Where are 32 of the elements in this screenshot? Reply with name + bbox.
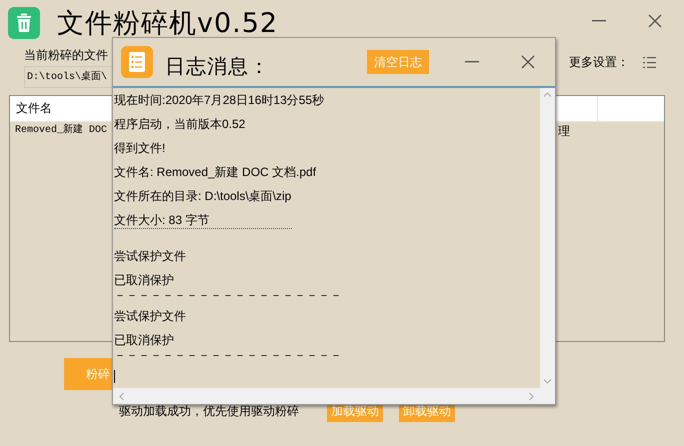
- current-file-label: 当前粉碎的文件: [24, 46, 108, 64]
- dialog-title: 日志消息：: [165, 54, 270, 80]
- log-line: 尝试保护文件: [114, 248, 187, 265]
- log-line: 文件名: Removed_新建 DOC 文档.pdf: [114, 164, 318, 181]
- vertical-scrollbar[interactable]: [540, 88, 555, 388]
- table-cell-text: 理: [558, 123, 571, 140]
- text-cursor: [114, 370, 115, 384]
- log-line: 现在时间:2020年7月28日16时13分55秒: [114, 92, 326, 109]
- separator-line: －－－－－－－－－－－－－－－－－－－: [114, 292, 343, 304]
- log-line: 已取消保护: [114, 272, 175, 289]
- log-line: 得到文件!: [114, 140, 166, 157]
- log-line: 尝试保护文件: [114, 308, 187, 325]
- clear-log-button[interactable]: 清空日志: [367, 50, 429, 74]
- horizontal-scrollbar[interactable]: [113, 388, 540, 404]
- minimize-icon[interactable]: [465, 61, 479, 63]
- shred-button[interactable]: 粉碎: [64, 358, 112, 390]
- log-line: 程序启动，当前版本0.52: [114, 116, 246, 133]
- table-cell-text: Removed_新建 DOC: [14, 122, 108, 138]
- menu-icon[interactable]: [643, 56, 656, 68]
- list-icon: [121, 46, 153, 78]
- driver-status-text: 驱动加载成功，优先使用驱动粉碎: [119, 402, 299, 420]
- close-icon[interactable]: [648, 14, 662, 28]
- log-text-area[interactable]: 现在时间:2020年7月28日16时13分55秒 程序启动，当前版本0.52 得到文件! 文件名: Removed_新建 DOC 文档.pdf 文件所在的目录: D:\tools\桌面\zip 文件大小: 83 字节 尝试保护文件 已取消保护 －－－－－－－－－－－－－－－－－－－ 尝试保护文件 已取消保护 －－－－－－－－－－－－－－－－－－－: [113, 88, 540, 388]
- separator-line: －－－－－－－－－－－－－－－－－－－: [114, 352, 343, 364]
- trash-icon: [8, 7, 40, 39]
- more-settings-label: 更多设置：: [569, 54, 629, 70]
- minimize-icon[interactable]: [592, 20, 606, 22]
- close-icon[interactable]: [521, 55, 535, 69]
- log-line: 文件所在的目录: D:\tools\桌面\zip: [114, 188, 292, 205]
- log-line: 已取消保护: [114, 332, 175, 349]
- log-line: 文件大小: 83 字节: [114, 212, 292, 229]
- app-title: 文件粉碎机v0.52: [57, 7, 278, 41]
